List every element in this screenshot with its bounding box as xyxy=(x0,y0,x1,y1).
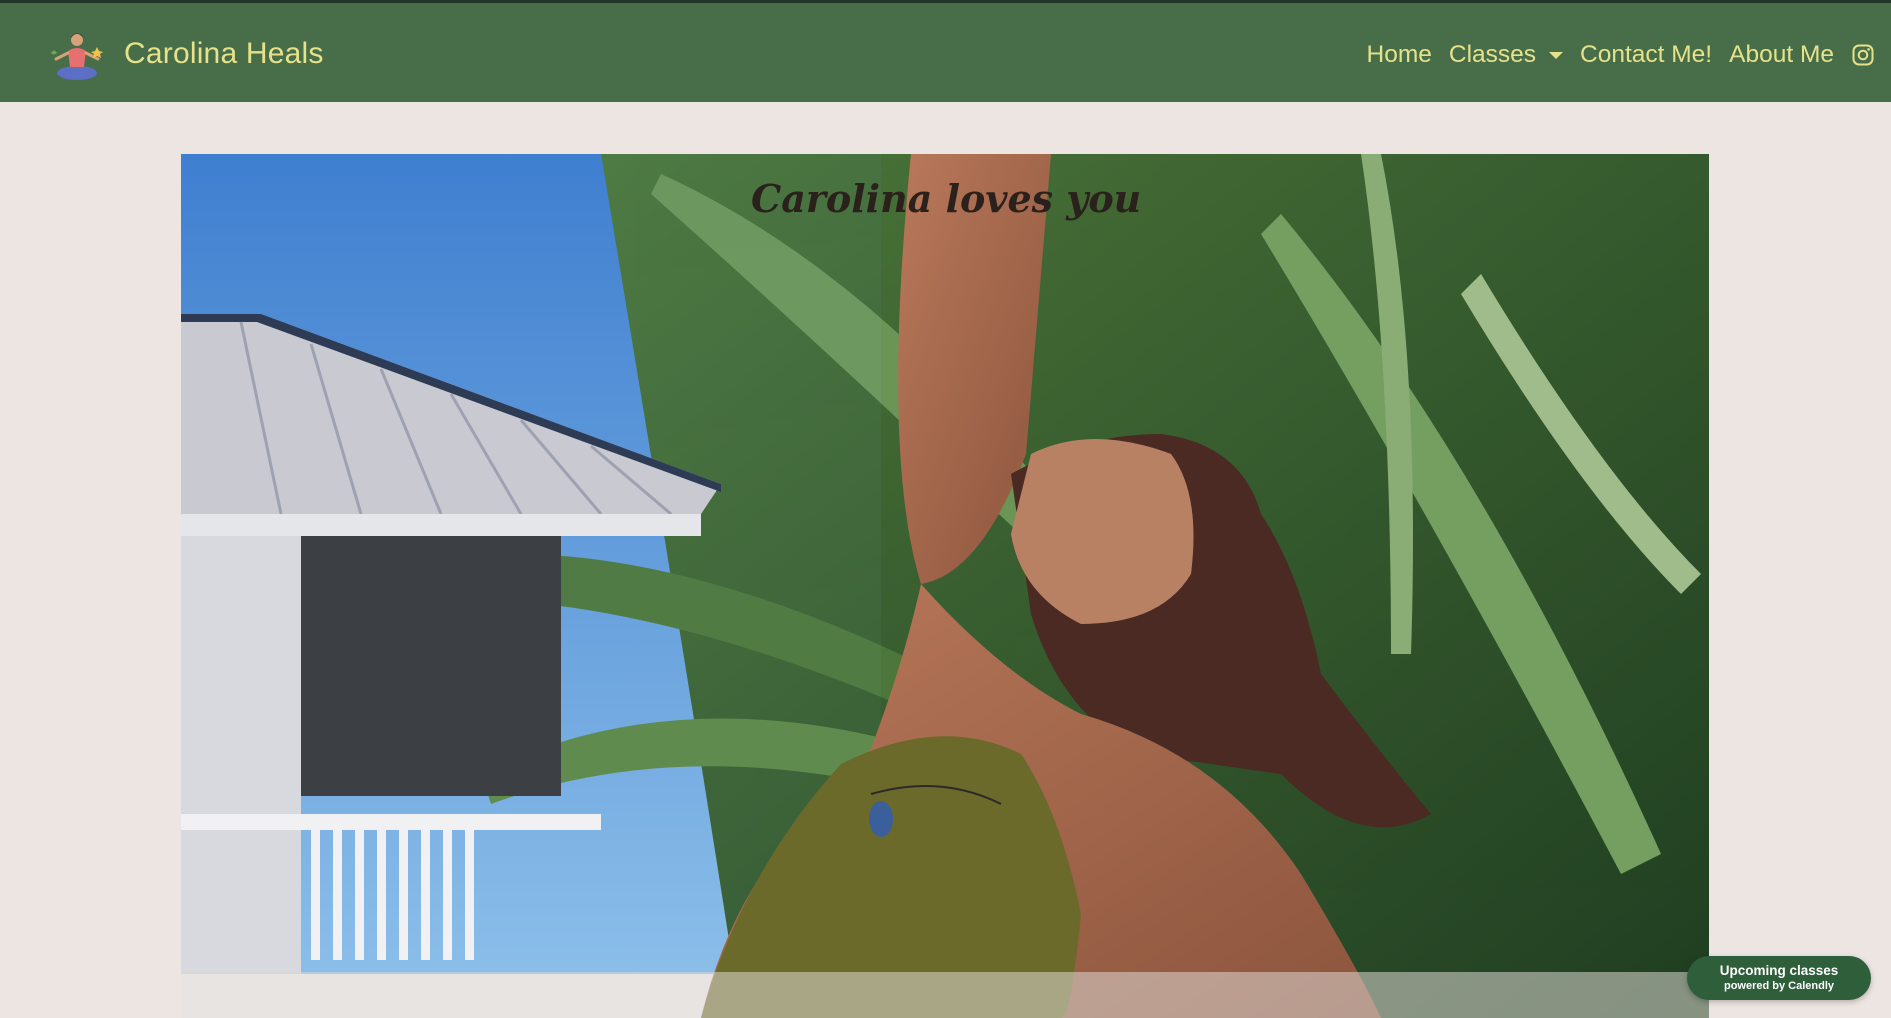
chevron-down-icon xyxy=(1549,51,1564,59)
brand-link[interactable]: Carolina Heals xyxy=(46,23,324,85)
nav-home-link[interactable]: Home xyxy=(1367,41,1432,69)
instagram-icon xyxy=(1852,44,1874,66)
calendly-subtitle: powered by Calendly xyxy=(1723,980,1835,992)
hero-caption: Carolina loves you xyxy=(751,176,1142,221)
hero-photo xyxy=(181,154,1709,1018)
calendly-title: Upcoming classes xyxy=(1719,963,1839,978)
nav-classes-label: Classes xyxy=(1448,41,1537,68)
caption-bar xyxy=(181,972,1709,1018)
meditation-yoga-logo-icon xyxy=(51,33,103,80)
nav-menu: Home Classes Contact Me! About Me xyxy=(1350,37,1875,73)
nav-classes-dropdown[interactable]: Classes xyxy=(1448,41,1564,69)
brand-name: Carolina Heals xyxy=(124,37,324,70)
instagram-link[interactable] xyxy=(1851,43,1875,67)
navbar: Carolina Heals Home Classes Contact Me! … xyxy=(0,0,1891,102)
calendly-upcoming-classes-button[interactable]: Upcoming classes powered by Calendly xyxy=(1687,956,1871,1000)
nav-contact-link[interactable]: Contact Me! xyxy=(1580,41,1712,69)
nav-about-link[interactable]: About Me xyxy=(1729,41,1834,69)
hero-image: Carolina loves you xyxy=(181,154,1709,1018)
